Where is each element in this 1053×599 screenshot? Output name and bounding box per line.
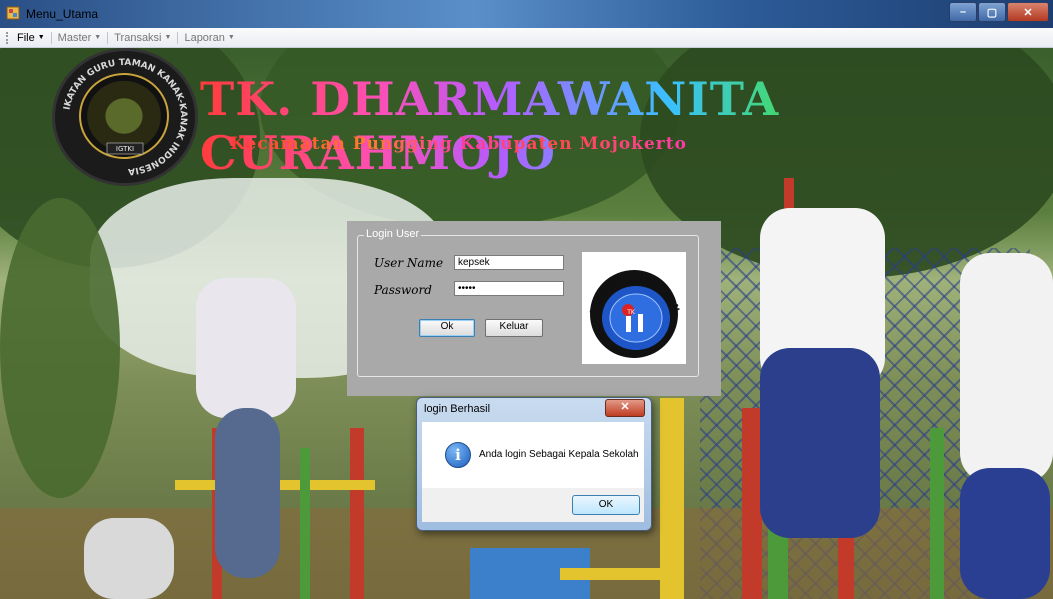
menu-separator: [50, 31, 52, 44]
svg-text:IKATAN GURU TAMAN KANAK-KANAK: IKATAN GURU TAMAN KANAK-KANAK INDONESIA: [63, 58, 189, 176]
minimize-button[interactable]: –: [949, 2, 977, 22]
igtki-logo: IKATAN GURU TAMAN KANAK-KANAK INDONESIA …: [52, 48, 198, 186]
close-button[interactable]: ✕: [1007, 2, 1049, 22]
dialog-close-button[interactable]: ✕: [605, 399, 645, 417]
menu-master[interactable]: Master ▼: [55, 32, 105, 44]
school-subtitle: Kecamatan Pungging Kabupaten Mojokerto: [230, 134, 687, 154]
window-title: Menu_Utama: [26, 7, 99, 21]
login-group: Login User User Name kepsek Password •••…: [357, 228, 699, 377]
menu-file-label: File: [17, 31, 35, 44]
menu-laporan-label: Laporan: [184, 31, 225, 44]
chevron-down-icon: ▼: [227, 34, 235, 41]
info-icon: i: [445, 442, 471, 468]
menu-separator: [107, 31, 109, 44]
menu-laporan[interactable]: Laporan ▼: [181, 32, 237, 44]
menu-master-label: Master: [57, 31, 92, 44]
igtki-logo-ring: IKATAN GURU TAMAN KANAK-KANAK INDONESIA …: [63, 58, 189, 176]
tk-logo: TAMAN KANAK - KANAK TK: [582, 252, 686, 364]
message-dialog: login Berhasil ✕ i Anda login Sebagai Ke…: [416, 397, 652, 531]
tk-logo-badge: TK: [626, 309, 636, 316]
login-panel: Login User User Name kepsek Password •••…: [347, 221, 721, 396]
ok-button[interactable]: Ok: [419, 319, 475, 337]
menu-grip: [6, 31, 14, 44]
maximize-button[interactable]: ▢: [978, 2, 1006, 22]
login-group-title: Login User: [364, 228, 422, 240]
menu-transaksi[interactable]: Transaksi ▼: [111, 32, 174, 44]
app-icon: [6, 6, 20, 20]
menu-file[interactable]: File ▼: [14, 32, 48, 44]
school-name: TK. DHARMAWANITA CURAHMOJO: [200, 72, 1053, 180]
title-bar: Menu_Utama – ▢ ✕: [0, 0, 1053, 28]
menu-bar: File ▼ Master ▼ Transaksi ▼ Laporan ▼: [0, 28, 1053, 48]
dialog-message: Anda login Sebagai Kepala Sekolah: [479, 449, 639, 460]
dialog-ok-button[interactable]: OK: [572, 495, 640, 515]
menu-transaksi-label: Transaksi: [114, 31, 162, 44]
username-field[interactable]: kepsek: [454, 255, 564, 270]
password-label: Password: [374, 283, 432, 297]
dialog-body: i Anda login Sebagai Kepala Sekolah: [422, 422, 644, 488]
igtki-logo-text: IKATAN GURU TAMAN KANAK-KANAK INDONESIA: [63, 58, 189, 176]
exit-button[interactable]: Keluar: [485, 319, 543, 337]
menu-separator: [177, 31, 179, 44]
chevron-down-icon: ▼: [164, 34, 172, 41]
username-label: User Name: [374, 256, 444, 270]
chevron-down-icon: ▼: [37, 34, 45, 41]
password-field[interactable]: •••••: [454, 281, 564, 296]
chevron-down-icon: ▼: [94, 34, 102, 41]
igtki-logo-badge: IGTKI: [116, 145, 134, 153]
dialog-title: login Berhasil: [424, 403, 491, 415]
dialog-footer: OK: [422, 488, 644, 522]
